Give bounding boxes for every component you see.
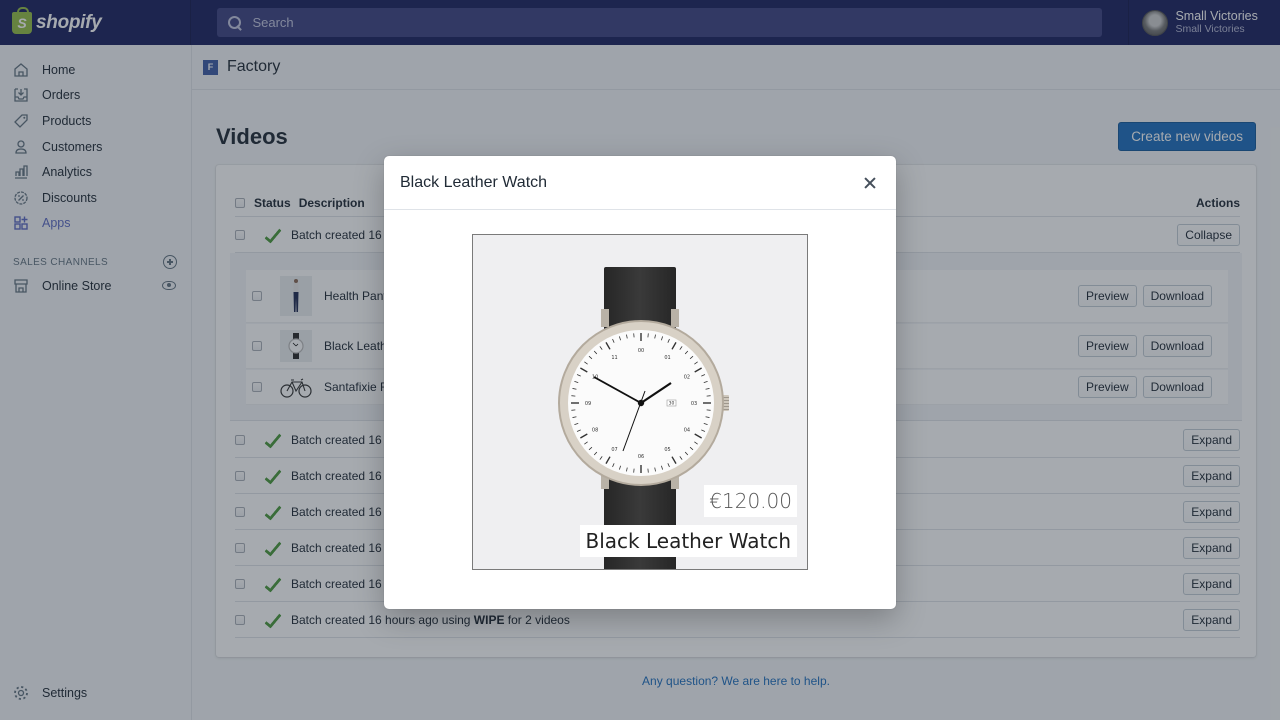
modal-header: Black Leather Watch [384, 156, 896, 210]
watch-hour-label: 06 [638, 454, 644, 460]
watch-face: 00010203040506070809101130 [558, 320, 724, 486]
modal-title: Black Leather Watch [400, 173, 548, 191]
watch-hour-label: 09 [585, 401, 591, 407]
preview-modal: Black Leather Watch 00 01 02 03 04 05 06 07 08 09… [384, 156, 896, 609]
price-label: €120.00 [704, 485, 797, 517]
watch-center-pin [637, 399, 645, 407]
watch-hour-label: 01 [664, 355, 670, 361]
close-icon[interactable] [862, 175, 878, 191]
product-name-label: Black Leather Watch [579, 525, 797, 557]
watch-hour-label: 00 [638, 348, 644, 354]
watch-hour-label: 11 [611, 355, 617, 361]
watch-date: 30 [669, 401, 675, 407]
watch-hour-label: 08 [592, 428, 598, 434]
watch-hour-label: 03 [691, 401, 697, 407]
watch-hour-label: 04 [684, 428, 690, 434]
video-preview[interactable]: 00010203040506070809101130 €120.00 Black… [472, 234, 808, 570]
watch-hour-label: 02 [684, 375, 690, 381]
watch-hour-label: 07 [611, 447, 617, 453]
watch-hour-label: 05 [664, 447, 670, 453]
